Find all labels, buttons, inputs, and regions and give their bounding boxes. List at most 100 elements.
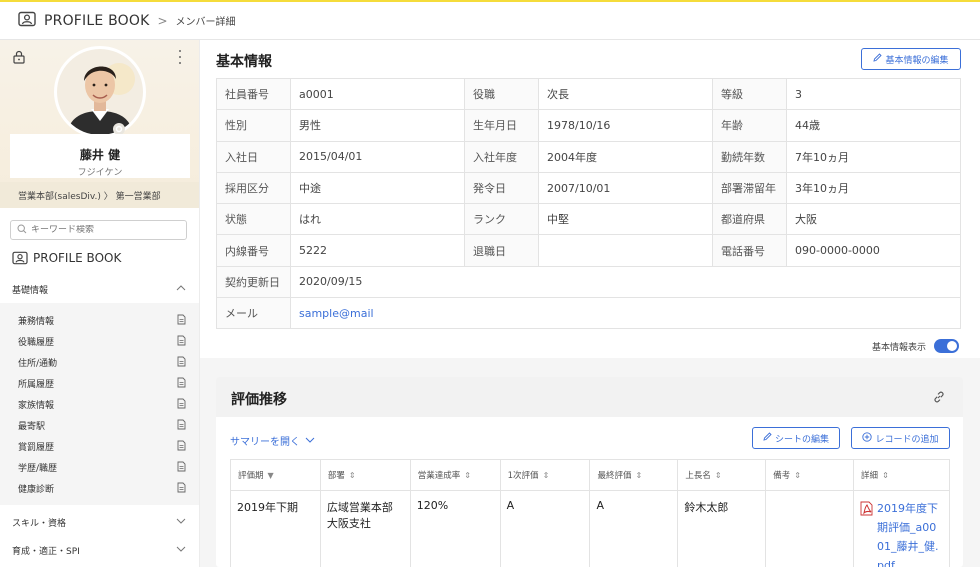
evaluation-header: 評価推移: [216, 377, 963, 417]
field-label: 都道府県: [712, 203, 787, 236]
sidebar-item-label: 学歴/職歴: [18, 464, 58, 474]
sidebar-section-label: 育成・適正・SPI: [12, 546, 80, 557]
sidebar-item-award[interactable]: 賞罰履歴: [0, 436, 199, 457]
profile-department: 営業本部(salesDiv.) 〉 第一営業部: [0, 182, 199, 208]
evaluation-pdf-link[interactable]: 2019年度下期評価_a0001_藤井_健.pdf: [877, 499, 943, 567]
sidebar-item-label: 健康診断: [18, 485, 55, 495]
sidebar-item-shozoku[interactable]: 所属履歴: [0, 373, 199, 394]
search-input[interactable]: [31, 225, 171, 235]
lock-icon[interactable]: [12, 50, 26, 67]
pencil-icon: [763, 432, 772, 444]
field-label: 入社日: [216, 140, 291, 173]
field-value: 5222: [290, 234, 465, 267]
edit-basic-info-button[interactable]: 基本情報の編集: [861, 48, 961, 70]
sidebar-item-label: 住所/通勤: [18, 359, 58, 369]
field-value: 3: [786, 77, 961, 111]
search-box[interactable]: [10, 220, 187, 240]
sidebar-item-education[interactable]: 学歴/職歴: [0, 457, 199, 478]
field-value: a0001: [290, 77, 465, 111]
sidebar-item-family[interactable]: 家族情報: [0, 394, 199, 415]
evaluation-title: 評価推移: [231, 392, 287, 408]
cell-first-evaluation: A: [499, 490, 591, 567]
column-header[interactable]: 評価期 ▼: [230, 459, 321, 491]
sidebar-section-basic[interactable]: 基礎情報: [0, 277, 199, 301]
basic-info-panel: 基本情報 基本情報の編集 社員番号 a0001 役職 次長 等級 3 性別 男性…: [200, 40, 980, 358]
open-summary-link[interactable]: サマリーを開く: [230, 433, 315, 448]
column-header-label: 営業達成率: [417, 471, 461, 481]
app-name[interactable]: PROFILE BOOK: [44, 13, 149, 29]
column-header[interactable]: 上長名 ⇕: [677, 459, 767, 491]
field-label: 採用区分: [216, 171, 291, 205]
cell-achievement-rate: 120%: [409, 490, 501, 567]
plus-circle-icon: [862, 431, 873, 445]
field-label: 年齢: [712, 109, 787, 142]
chevron-up-icon: [176, 284, 186, 294]
column-header[interactable]: 営業達成率 ⇕: [409, 459, 501, 491]
field-value: はれ: [290, 203, 465, 236]
search-icon: [17, 223, 27, 237]
pdf-icon: [860, 501, 874, 519]
sidebar-item-yakushoku[interactable]: 役職履歴: [0, 331, 199, 352]
field-value: 大阪: [786, 203, 961, 236]
table-row: 社員番号 a0001 役職 次長 等級 3: [216, 77, 961, 111]
profile-book-logo-icon: [12, 251, 28, 265]
sidebar-item-label: 最寄駅: [18, 422, 46, 432]
add-record-button[interactable]: レコードの追加: [851, 427, 950, 449]
table-row: 内線番号 5222 退職日 電話番号 090-0000-0000: [216, 234, 961, 267]
main-content: 基本情報 基本情報の編集 社員番号 a0001 役職 次長 等級 3 性別 男性…: [200, 40, 980, 567]
profile-kana: フジイケン: [77, 168, 123, 178]
field-label: 勤続年数: [712, 140, 787, 173]
table-row: 採用区分 中途 発令日 2007/10/01 部署滞留年 3年10ヵ月: [216, 171, 961, 205]
field-value: 2007/10/01: [538, 171, 713, 205]
basic-info-title: 基本情報: [216, 54, 272, 70]
table-row: 入社日 2015/04/01 入社年度 2004年度 勤続年数 7年10ヵ月: [216, 140, 961, 173]
field-label: 役職: [464, 77, 539, 111]
field-label: 状態: [216, 203, 291, 236]
basic-info-display-toggle[interactable]: [934, 339, 960, 353]
field-value: [538, 234, 713, 267]
field-value: 男性: [290, 109, 465, 142]
field-label: 内線番号: [216, 234, 291, 267]
sidebar-item-station[interactable]: 最寄駅: [0, 415, 199, 436]
column-header[interactable]: 備考 ⇕: [765, 459, 855, 491]
table-row: 2019年下期 広域営業本部大阪支社 120% A A 鈴木太郎 2019年度下…: [230, 490, 950, 567]
profile-namebox: 藤井 健 フジイケン: [10, 134, 190, 178]
column-header[interactable]: 最終評価 ⇕: [589, 459, 679, 491]
table-row: 契約更新日 2020/09/15: [216, 265, 961, 299]
sidebar-item-address[interactable]: 住所/通勤: [0, 352, 199, 373]
column-header[interactable]: 詳細 ⇕: [853, 459, 950, 491]
column-header-label: 1次評価: [507, 471, 539, 481]
document-icon: [177, 440, 186, 454]
cell-note: [765, 490, 855, 567]
table-row: メール sample@mail: [216, 297, 961, 330]
app-header: PROFILE BOOK > メンバー詳細: [0, 2, 980, 40]
table-header-row: 評価期 ▼ 部署 ⇕ 営業達成率 ⇕ 1次評価 ⇕ 最終評価 ⇕ 上長名 ⇕ 備考 ⇕ 詳細 ⇕: [230, 459, 950, 491]
link-icon[interactable]: [932, 390, 946, 407]
field-value: 090-0000-0000: [786, 234, 961, 267]
profile-name: 藤井 健: [79, 148, 121, 162]
sidebar-section-training[interactable]: 育成・適正・SPI: [0, 538, 199, 562]
edit-sheet-button[interactable]: シートの編集: [752, 427, 840, 449]
field-label: 電話番号: [712, 234, 787, 267]
sidebar-item-health[interactable]: 健康診断: [0, 478, 199, 499]
sidebar-item-kenmu[interactable]: 兼務情報: [0, 310, 199, 331]
add-record-label: レコードの追加: [875, 434, 939, 445]
document-icon: [177, 356, 186, 370]
sort-icon: ⇕: [542, 471, 550, 480]
sidebar-section-skills[interactable]: スキル・資格: [0, 510, 199, 534]
sidebar-item-label: 家族情報: [18, 401, 55, 411]
sidebar-logo: PROFILE BOOK: [12, 251, 121, 265]
document-icon: [177, 461, 186, 475]
column-header[interactable]: 部署 ⇕: [319, 459, 411, 491]
field-label: 部署滞留年: [712, 171, 787, 205]
sidebar-logo-text: PROFILE BOOK: [33, 251, 122, 265]
sidebar-item-label: 賞罰履歴: [18, 443, 55, 453]
basic-info-display-toggle-row: 基本情報表示: [872, 339, 960, 353]
field-value: 中途: [290, 171, 465, 205]
sort-icon: ⇕: [714, 471, 722, 480]
document-icon: [177, 377, 186, 391]
kebab-menu-icon[interactable]: [174, 48, 186, 66]
table-row: 性別 男性 生年月日 1978/10/16 年齢 44歳: [216, 109, 961, 142]
email-link[interactable]: sample@mail: [299, 307, 374, 320]
column-header[interactable]: 1次評価 ⇕: [499, 459, 591, 491]
